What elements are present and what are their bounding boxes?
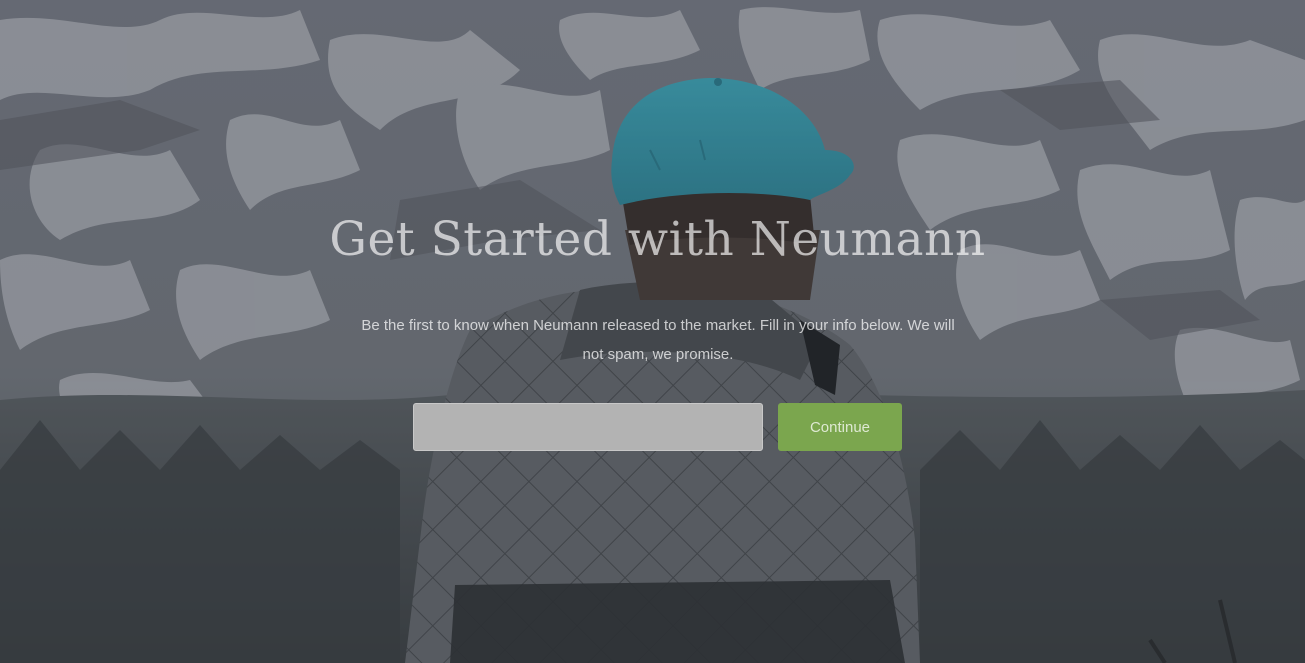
hero-section: Get Started with Neumann Be the first to… xyxy=(0,0,1305,663)
continue-button[interactable]: Continue xyxy=(778,403,902,451)
signup-form: Continue xyxy=(413,403,902,451)
hero-content: Get Started with Neumann Be the first to… xyxy=(0,0,1305,663)
hero-subtitle: Be the first to know when Neumann releas… xyxy=(361,317,955,363)
page-title: Get Started with Neumann xyxy=(329,212,986,267)
email-input[interactable] xyxy=(413,403,763,451)
